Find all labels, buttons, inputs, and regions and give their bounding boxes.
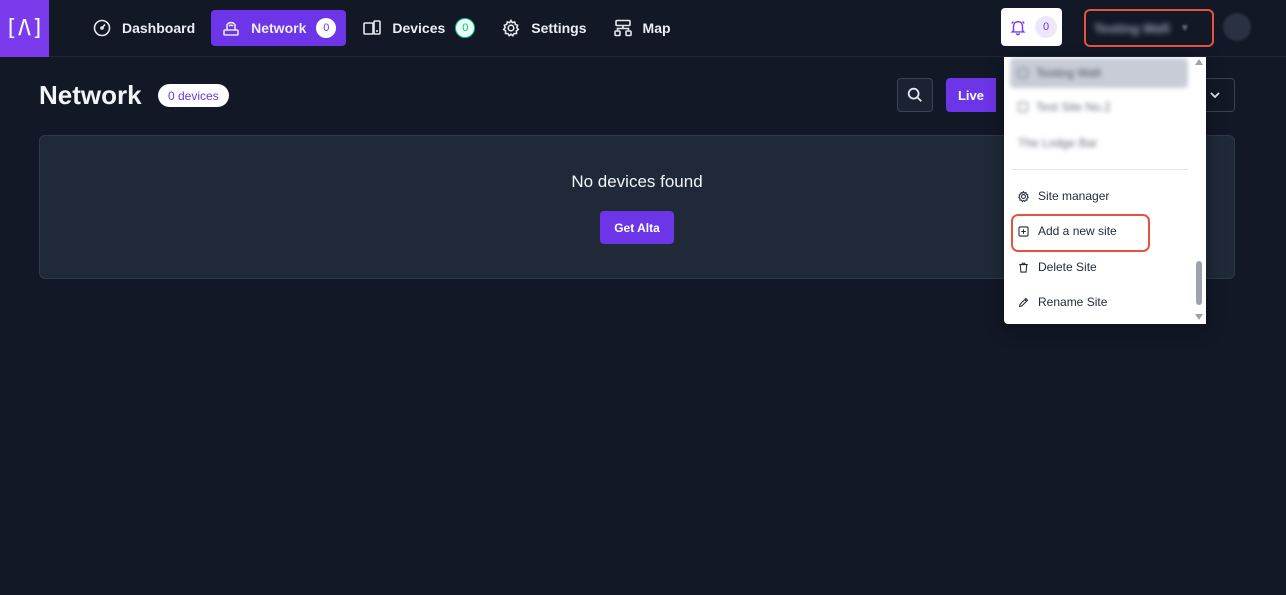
scroll-down-arrow-icon[interactable] bbox=[1195, 314, 1203, 320]
nav-label-settings: Settings bbox=[531, 20, 587, 36]
site-manager-label: Site manager bbox=[1038, 189, 1110, 203]
scroll-thumb[interactable] bbox=[1196, 261, 1202, 305]
site-name: Test Site No.2 bbox=[1036, 100, 1111, 114]
app-logo[interactable]: [Λ] bbox=[0, 0, 49, 57]
main-nav: Dashboard Network 0 Devices 0 Settings M… bbox=[82, 10, 681, 46]
delete-site-label: Delete Site bbox=[1038, 260, 1097, 274]
site-dropdown-menu: Testing Wafi Test Site No.2 The Lodge Ba… bbox=[1004, 57, 1206, 324]
bell-icon bbox=[1010, 20, 1026, 36]
notifications-button[interactable]: 0 bbox=[1001, 8, 1062, 46]
gear-icon bbox=[1018, 190, 1029, 202]
notifications-count: 0 bbox=[1035, 16, 1057, 38]
nav-label-devices: Devices bbox=[392, 20, 446, 36]
scroll-up-arrow-icon[interactable] bbox=[1195, 59, 1203, 65]
nav-item-network[interactable]: Network 0 bbox=[211, 10, 347, 46]
site-icon bbox=[1018, 102, 1028, 112]
dropdown-site-item[interactable]: Testing Wafi bbox=[1010, 58, 1188, 88]
router-icon bbox=[223, 21, 239, 36]
rename-site-label: Rename Site bbox=[1038, 295, 1108, 309]
nav-label-dashboard: Dashboard bbox=[122, 20, 196, 36]
dropdown-divider bbox=[1012, 169, 1188, 170]
nav-label-network: Network bbox=[251, 20, 307, 36]
site-selector-label: Testing Wafi bbox=[1094, 20, 1170, 36]
devices-icon bbox=[363, 20, 382, 35]
site-name: The Lodge Bar bbox=[1018, 136, 1098, 150]
search-button[interactable] bbox=[897, 78, 933, 112]
network-count-badge: 0 bbox=[316, 18, 337, 38]
search-icon bbox=[907, 87, 922, 102]
delete-site-item[interactable]: Delete Site bbox=[1012, 252, 1188, 282]
nav-item-devices[interactable]: Devices 0 bbox=[352, 10, 485, 46]
sitemap-icon bbox=[613, 19, 632, 37]
add-new-site-item[interactable]: Add a new site bbox=[1012, 216, 1188, 246]
rename-site-item[interactable]: Rename Site bbox=[1012, 287, 1188, 317]
nav-label-map: Map bbox=[642, 20, 671, 36]
chevron-down-icon bbox=[1210, 92, 1220, 99]
site-manager-item[interactable]: Site manager bbox=[1012, 181, 1188, 211]
live-toggle-button[interactable]: Live bbox=[946, 78, 996, 112]
dropdown-scrollbar[interactable] bbox=[1192, 57, 1206, 324]
dropdown-site-item[interactable]: The Lodge Bar bbox=[1010, 128, 1188, 158]
page-title: Network bbox=[39, 80, 142, 110]
logo-text: [Λ] bbox=[4, 15, 45, 41]
trash-icon bbox=[1019, 262, 1028, 273]
site-selector[interactable]: Testing Wafi ▼ bbox=[1084, 9, 1214, 47]
nav-item-dashboard[interactable]: Dashboard bbox=[82, 10, 205, 46]
gear-icon bbox=[502, 18, 520, 37]
devices-count-badge: 0 bbox=[455, 18, 476, 38]
nav-item-settings[interactable]: Settings bbox=[491, 10, 596, 46]
site-name: Testing Wafi bbox=[1036, 66, 1101, 80]
get-alta-button[interactable]: Get Alta bbox=[600, 211, 674, 244]
pencil-icon bbox=[1018, 297, 1029, 307]
devices-count-pill: 0 devices bbox=[158, 84, 229, 107]
dropdown-site-item[interactable]: Test Site No.2 bbox=[1010, 92, 1188, 122]
site-icon bbox=[1018, 68, 1028, 78]
chevron-down-icon: ▼ bbox=[1179, 22, 1190, 34]
nav-item-map[interactable]: Map bbox=[603, 10, 681, 46]
avatar[interactable] bbox=[1223, 13, 1251, 41]
gauge-icon bbox=[93, 19, 111, 37]
plus-square-icon bbox=[1018, 225, 1029, 237]
add-new-site-label: Add a new site bbox=[1038, 224, 1117, 238]
